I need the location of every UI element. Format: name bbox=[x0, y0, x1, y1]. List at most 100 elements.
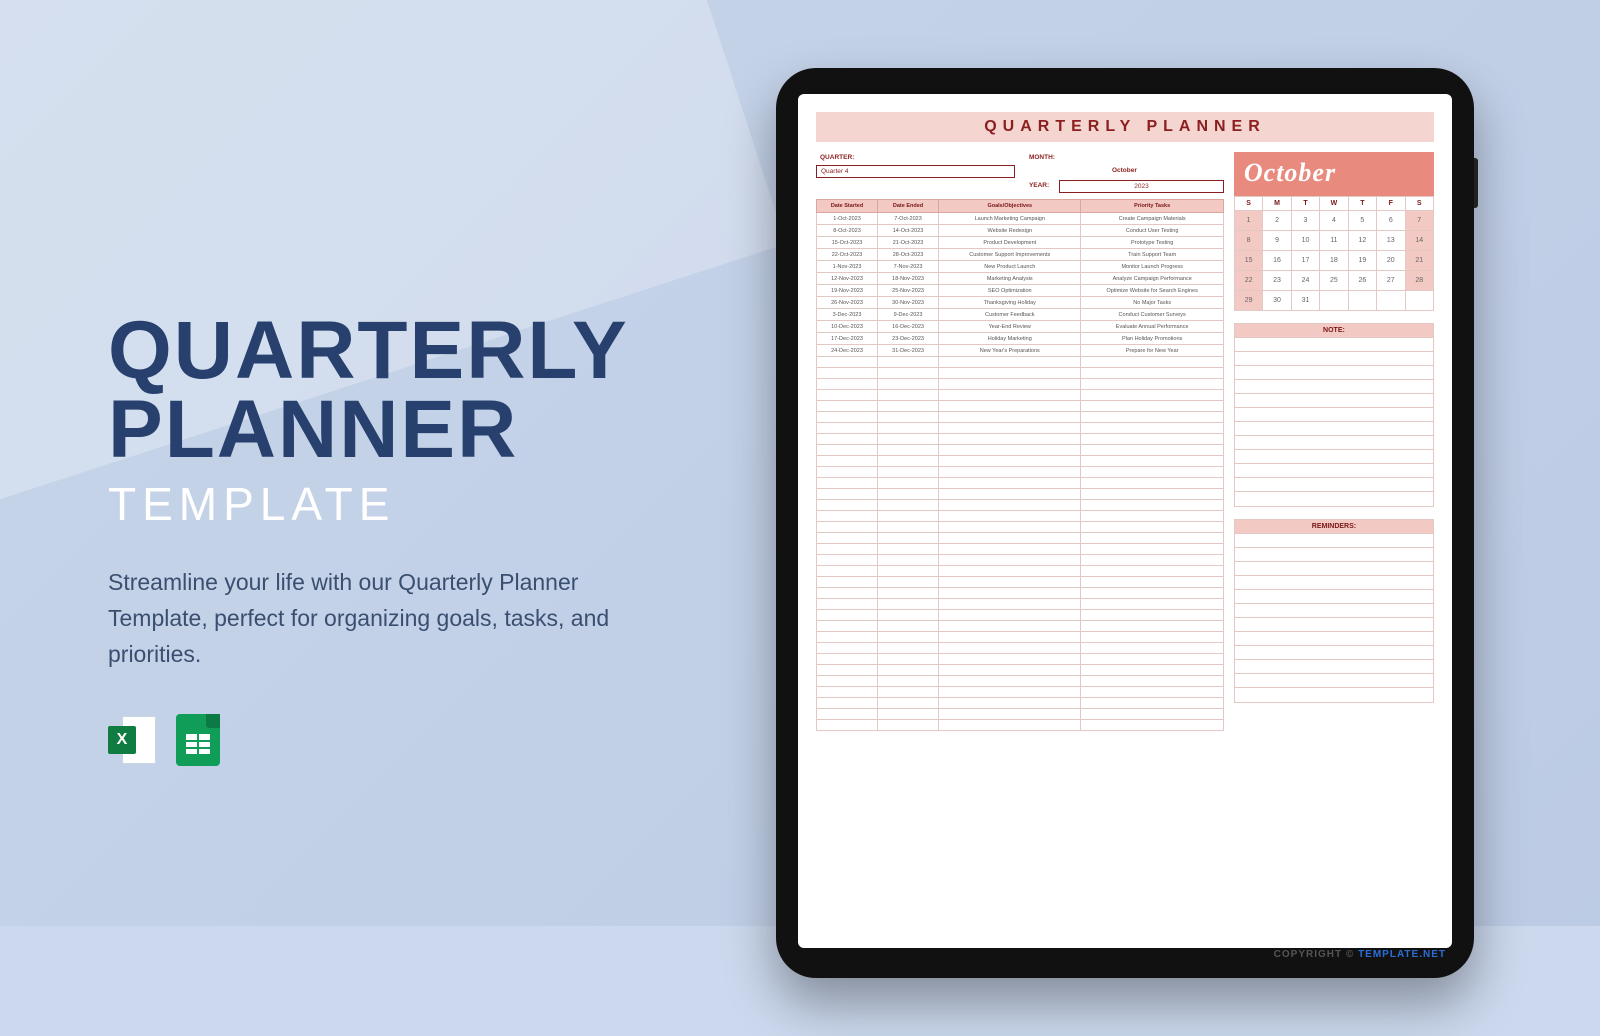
table-cell-empty bbox=[878, 533, 939, 544]
quarter-label: QUARTER: bbox=[816, 152, 1015, 163]
table-cell-empty bbox=[878, 412, 939, 423]
calendar-week: 293031 bbox=[1234, 291, 1433, 311]
table-cell: Year-End Review bbox=[939, 321, 1081, 333]
table-cell-empty bbox=[878, 445, 939, 456]
table-cell-empty bbox=[878, 434, 939, 445]
table-row-empty bbox=[817, 390, 1224, 401]
table-cell-empty bbox=[939, 709, 1081, 720]
calendar-day: 9 bbox=[1263, 231, 1291, 251]
calendar-day: 1 bbox=[1234, 211, 1262, 231]
table-cell-empty bbox=[1081, 555, 1223, 566]
calendar-week: 891011121314 bbox=[1234, 231, 1433, 251]
planner-body: QUARTER: MONTH: Quarter 4 October YEAR: … bbox=[816, 152, 1434, 912]
excel-icon-letter: X bbox=[108, 726, 136, 754]
table-cell: 1-Nov-2023 bbox=[817, 261, 878, 273]
table-cell-empty bbox=[878, 577, 939, 588]
table-cell-empty bbox=[1081, 390, 1223, 401]
table-cell: 7-Nov-2023 bbox=[878, 261, 939, 273]
table-cell-empty bbox=[817, 434, 878, 445]
lined-row bbox=[1235, 408, 1433, 422]
planner-right: October SMTWTFS 123456789101112131415161… bbox=[1234, 152, 1434, 912]
table-cell: 14-Oct-2023 bbox=[878, 225, 939, 237]
tasks-table: Date StartedDate EndedGoals/ObjectivesPr… bbox=[816, 199, 1224, 731]
planner-left: QUARTER: MONTH: Quarter 4 October YEAR: … bbox=[816, 152, 1224, 912]
subhead: TEMPLATE bbox=[108, 477, 668, 531]
table-cell-empty bbox=[817, 544, 878, 555]
table-cell-empty bbox=[939, 566, 1081, 577]
table-cell-empty bbox=[817, 610, 878, 621]
table-cell-empty bbox=[878, 390, 939, 401]
hero-text-block: QUARTERLY PLANNER TEMPLATE Streamline yo… bbox=[108, 312, 668, 764]
calendar-day: 10 bbox=[1291, 231, 1319, 251]
table-cell-empty bbox=[939, 621, 1081, 632]
year-value: 2023 bbox=[1059, 180, 1224, 193]
table-cell-empty bbox=[817, 445, 878, 456]
table-cell-empty bbox=[1081, 698, 1223, 709]
calendar-day bbox=[1320, 291, 1348, 311]
table-cell-empty bbox=[939, 423, 1081, 434]
table-row-empty bbox=[817, 511, 1224, 522]
calendar-day-header: F bbox=[1377, 197, 1405, 211]
table-row-empty bbox=[817, 654, 1224, 665]
table-cell-empty bbox=[878, 720, 939, 731]
table-cell-empty bbox=[878, 456, 939, 467]
tablet-screen: QUARTERLY PLANNER QUARTER: MONTH: Quarte… bbox=[798, 94, 1452, 948]
calendar-day-header: M bbox=[1263, 197, 1291, 211]
table-cell-empty bbox=[878, 423, 939, 434]
table-cell-empty bbox=[878, 643, 939, 654]
table-cell-empty bbox=[878, 500, 939, 511]
table-cell-empty bbox=[1081, 632, 1223, 643]
table-cell-empty bbox=[817, 698, 878, 709]
table-cell-empty bbox=[817, 720, 878, 731]
table-cell-empty bbox=[817, 632, 878, 643]
tasks-col-header: Date Ended bbox=[878, 200, 939, 213]
table-cell-empty bbox=[939, 687, 1081, 698]
table-row-empty bbox=[817, 555, 1224, 566]
table-cell: 12-Nov-2023 bbox=[817, 273, 878, 285]
table-cell-empty bbox=[1081, 544, 1223, 555]
table-cell: 22-Oct-2023 bbox=[817, 249, 878, 261]
lined-row bbox=[1235, 352, 1433, 366]
table-cell-empty bbox=[878, 610, 939, 621]
calendar-day: 5 bbox=[1348, 211, 1376, 231]
reminders-lines bbox=[1234, 534, 1434, 703]
note-lines bbox=[1234, 338, 1434, 507]
calendar-week: 22232425262728 bbox=[1234, 271, 1433, 291]
calendar-day: 14 bbox=[1405, 231, 1434, 251]
table-row-empty bbox=[817, 445, 1224, 456]
table-cell-empty bbox=[817, 555, 878, 566]
lined-row bbox=[1235, 618, 1433, 632]
table-row-empty bbox=[817, 588, 1224, 599]
note-section: NOTE: bbox=[1234, 323, 1434, 507]
table-cell: 17-Dec-2023 bbox=[817, 333, 878, 345]
table-row: 3-Dec-20239-Dec-2023Customer FeedbackCon… bbox=[817, 309, 1224, 321]
excel-icon: X bbox=[108, 716, 156, 764]
calendar-day: 26 bbox=[1348, 271, 1376, 291]
table-row-empty bbox=[817, 368, 1224, 379]
table-row-empty bbox=[817, 489, 1224, 500]
year-label: YEAR: bbox=[1025, 180, 1053, 193]
table-row-empty bbox=[817, 599, 1224, 610]
table-cell: 31-Dec-2023 bbox=[878, 345, 939, 357]
table-cell-empty bbox=[939, 511, 1081, 522]
table-cell-empty bbox=[1081, 588, 1223, 599]
table-cell-empty bbox=[878, 555, 939, 566]
table-cell-empty bbox=[878, 489, 939, 500]
table-cell-empty bbox=[939, 599, 1081, 610]
table-cell: Evaluate Annual Performance bbox=[1081, 321, 1223, 333]
calendar-day-header: S bbox=[1405, 197, 1434, 211]
table-row: 12-Nov-202318-Nov-2023Marketing Analysis… bbox=[817, 273, 1224, 285]
calendar-day: 17 bbox=[1291, 251, 1319, 271]
table-row-empty bbox=[817, 610, 1224, 621]
calendar-day: 29 bbox=[1234, 291, 1262, 311]
table-cell-empty bbox=[939, 390, 1081, 401]
calendar-day: 8 bbox=[1234, 231, 1262, 251]
table-row-empty bbox=[817, 632, 1224, 643]
table-cell-empty bbox=[1081, 610, 1223, 621]
lined-row bbox=[1235, 450, 1433, 464]
google-sheets-icon bbox=[174, 716, 222, 764]
table-cell-empty bbox=[939, 500, 1081, 511]
table-cell-empty bbox=[817, 577, 878, 588]
table-cell-empty bbox=[878, 632, 939, 643]
table-cell-empty bbox=[878, 687, 939, 698]
